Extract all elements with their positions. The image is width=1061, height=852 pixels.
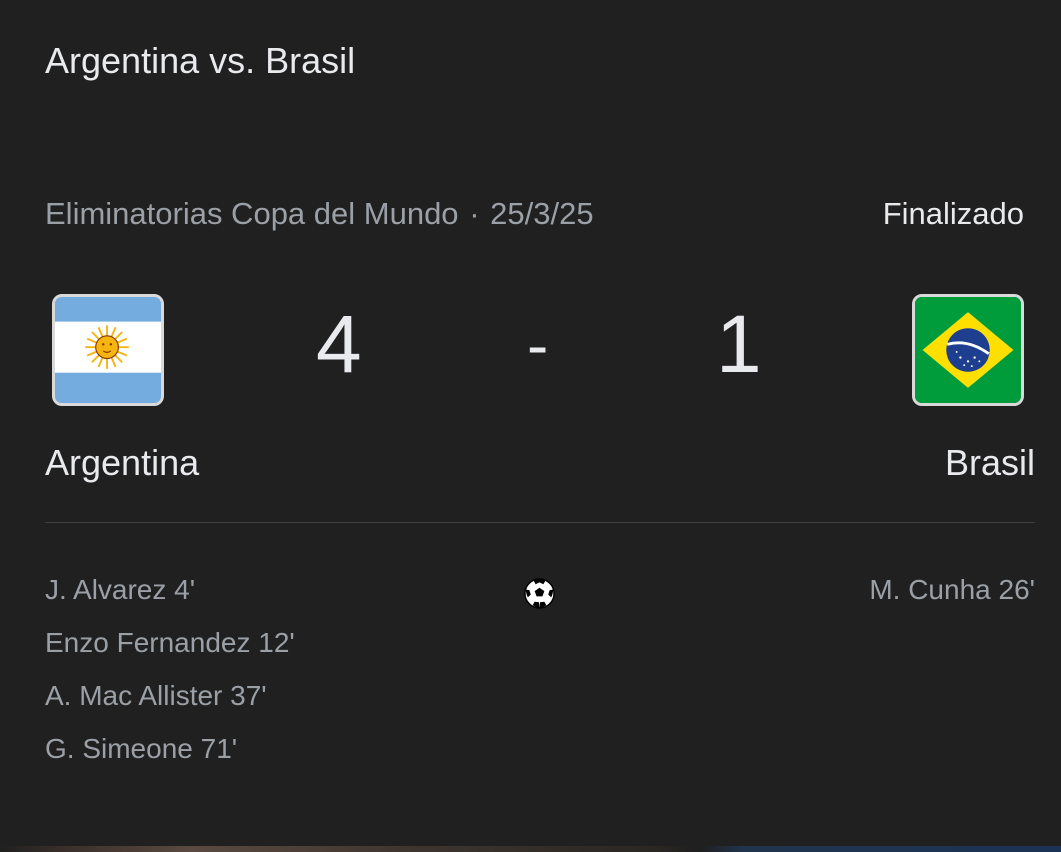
- home-team-name[interactable]: Argentina: [45, 442, 199, 484]
- match-meta: Eliminatorias Copa del Mundo · 25/3/25 F…: [45, 196, 1024, 236]
- home-scorer-3: A. Mac Allister 37': [45, 680, 267, 711]
- match-date: 25/3/25: [490, 196, 594, 231]
- brazil-flag-icon[interactable]: [912, 294, 1024, 406]
- divider: [45, 522, 1035, 523]
- away-team-name[interactable]: Brasil: [945, 442, 1035, 484]
- home-scorer-1: J. Alvarez 4': [45, 574, 196, 605]
- competition-info[interactable]: Eliminatorias Copa del Mundo · 25/3/25: [45, 196, 594, 232]
- match-status: Finalizado: [882, 196, 1024, 231]
- away-score: 1: [716, 299, 762, 390]
- home-scorers-list: J. Alvarez 4' Enzo Fernandez 12' A. Mac …: [45, 570, 295, 782]
- away-scorer-1: M. Cunha 26': [869, 574, 1035, 605]
- home-scorer-2: Enzo Fernandez 12': [45, 627, 295, 658]
- meta-separator: ·: [469, 196, 480, 231]
- away-scorers-list: M. Cunha 26': [869, 570, 1035, 623]
- page-title: Argentina vs. Brasil: [45, 40, 356, 81]
- score-separator: -: [527, 309, 549, 381]
- home-scorer-4: G. Simeone 71': [45, 733, 238, 764]
- next-content-preview[interactable]: [0, 846, 1061, 852]
- competition-name: Eliminatorias Copa del Mundo: [45, 196, 459, 231]
- argentina-flag-icon[interactable]: [52, 294, 164, 406]
- home-score: 4: [316, 299, 362, 390]
- soccer-ball-icon: [524, 578, 555, 609]
